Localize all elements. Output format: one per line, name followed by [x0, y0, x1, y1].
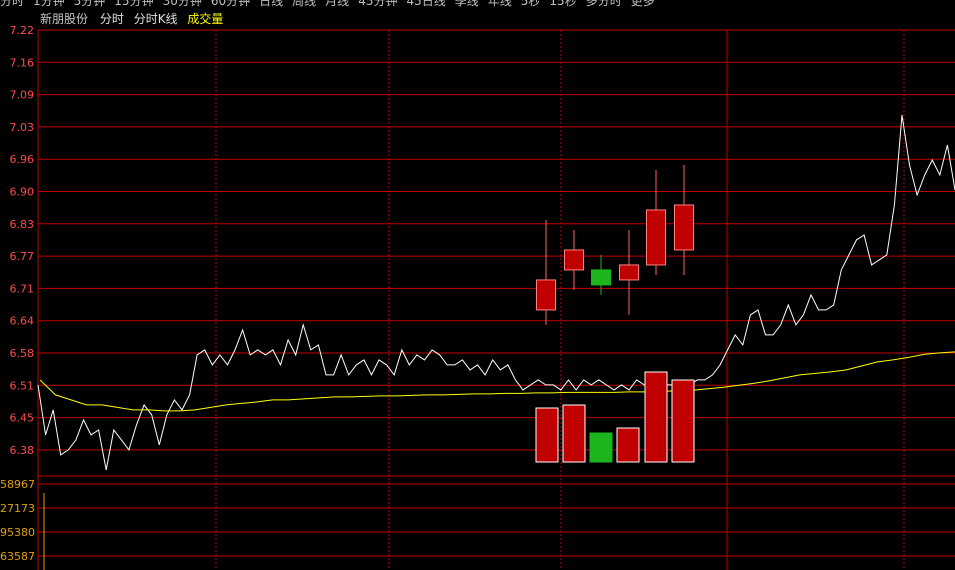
price-tick-label: 6.64: [10, 315, 35, 328]
volume-bar[interactable]: [671, 379, 695, 463]
price-tick-label: 6.83: [10, 218, 35, 231]
price-tick-label: 7.09: [10, 89, 35, 102]
volume-bar[interactable]: [535, 407, 559, 463]
price-tick-label: 6.51: [10, 379, 35, 392]
price-tick-label: 6.45: [10, 412, 35, 425]
price-tick-label: 6.71: [10, 282, 35, 295]
price-tick-label: 6.58: [10, 347, 35, 360]
candle-body[interactable]: [536, 279, 556, 311]
intraday-chart[interactable]: 7.22 7.16 7.09 7.03 6.96 6.90 6.83 6.77 6.71 6.64…: [0, 0, 955, 570]
candle-body[interactable]: [674, 204, 694, 251]
candle-body[interactable]: [619, 264, 639, 281]
volume-bar[interactable]: [562, 404, 586, 463]
candle-body[interactable]: [646, 209, 666, 266]
volume-tick-label: 58967: [0, 478, 35, 491]
volume-tick-label: 95380: [0, 526, 35, 539]
price-tick-label: 7.22: [10, 24, 35, 37]
price-tick-label: 7.03: [10, 121, 35, 134]
price-tick-label: 6.38: [10, 444, 35, 457]
price-tick-label: 6.90: [10, 186, 35, 199]
volume-bar[interactable]: [616, 427, 640, 463]
average-price-line: [39, 351, 955, 412]
price-tick-label: 6.77: [10, 250, 35, 263]
candle-body[interactable]: [591, 269, 611, 286]
price-line: [37, 114, 955, 470]
price-tick-label: 7.16: [10, 56, 35, 69]
volume-tick-label: 63587: [0, 550, 35, 563]
volume-tick-label: 27173: [0, 502, 35, 515]
volume-bar[interactable]: [644, 371, 668, 463]
candle-body[interactable]: [564, 249, 584, 271]
volume-bar[interactable]: [589, 432, 613, 463]
price-tick-label: 6.96: [10, 153, 35, 166]
